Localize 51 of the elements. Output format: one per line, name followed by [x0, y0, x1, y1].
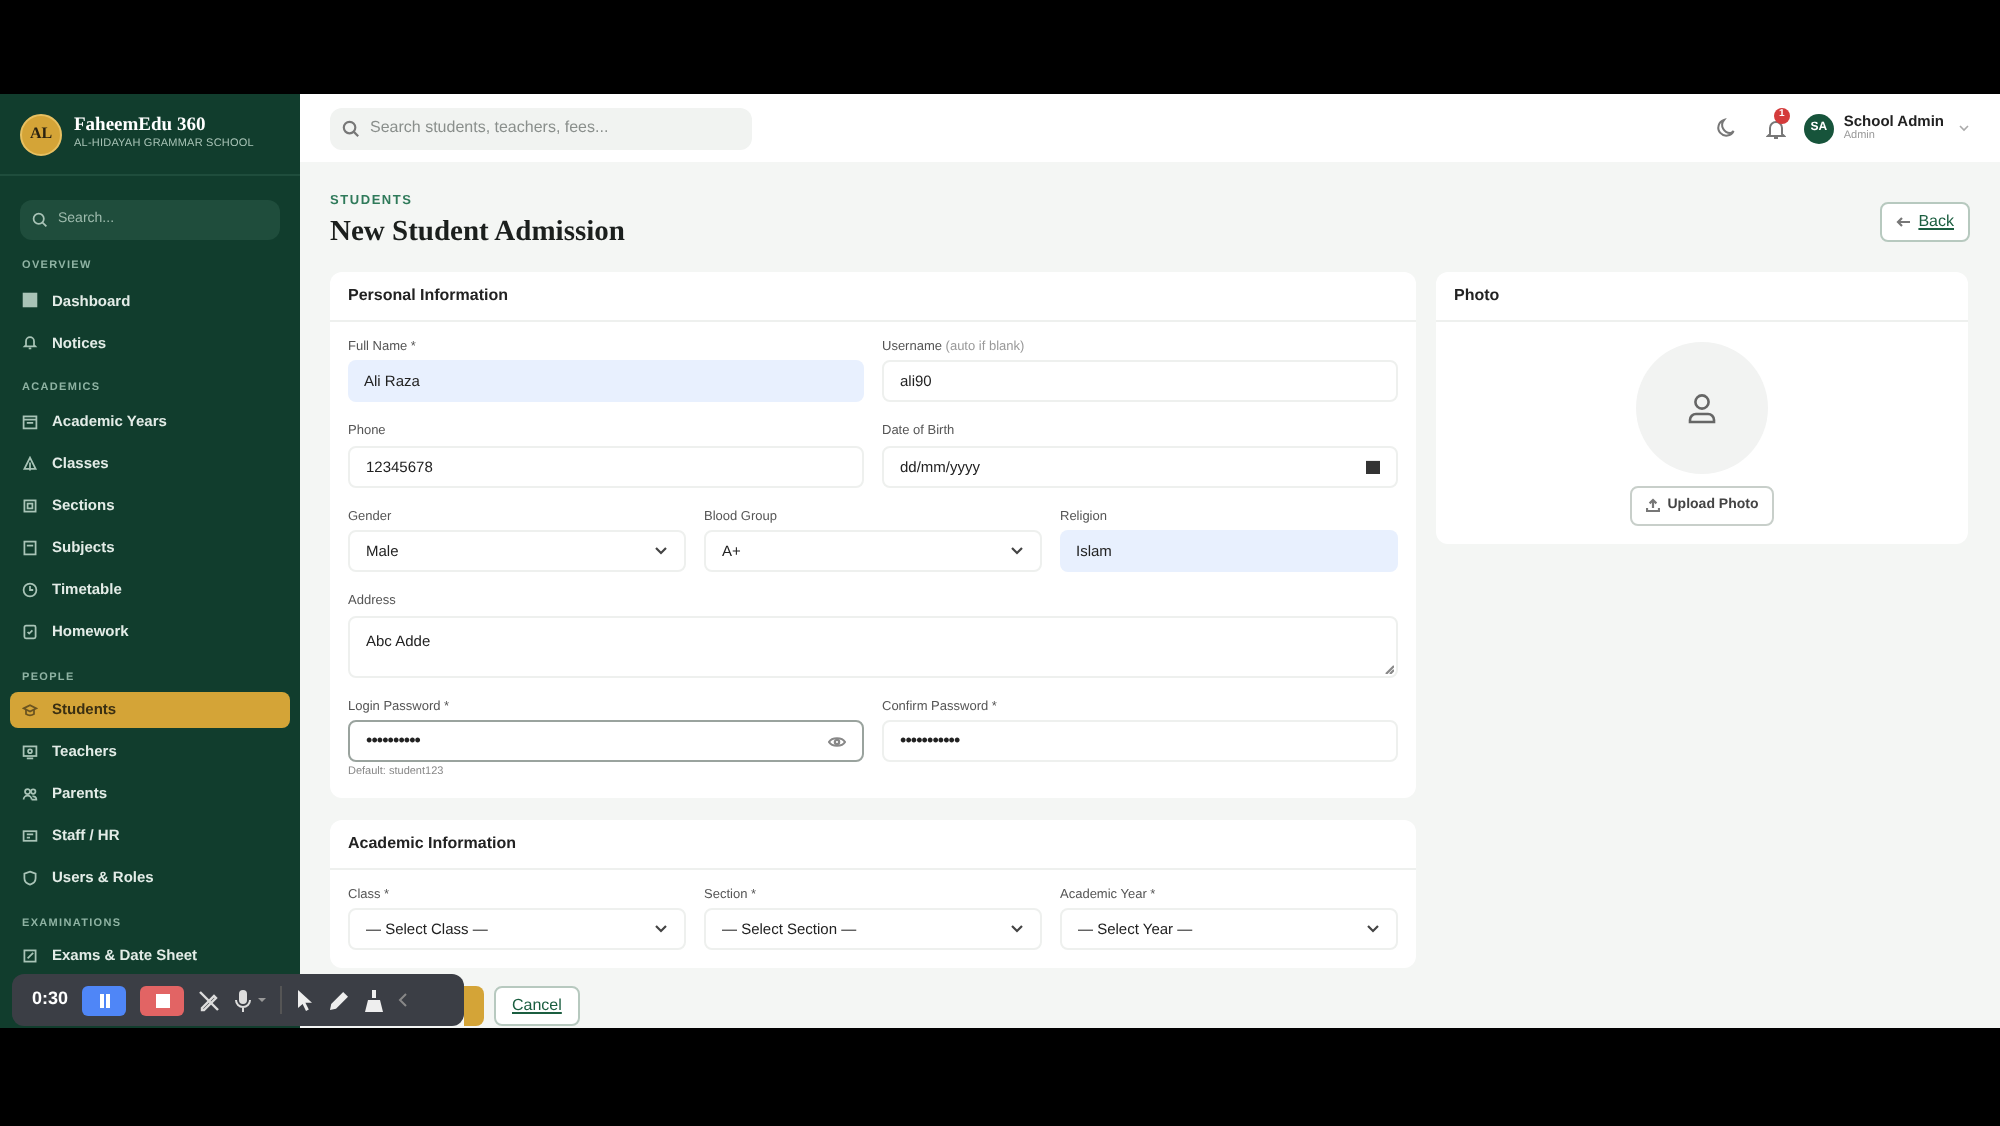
pause-icon: [97, 993, 112, 1007]
nav-icon: [22, 455, 38, 471]
nav-icon: [22, 292, 38, 309]
nav-icon: [22, 539, 38, 555]
resize-grip-icon: [1384, 663, 1394, 674]
chevron-down-icon: [1010, 924, 1024, 935]
nav-icon: [22, 623, 38, 639]
chevron-down-icon: [654, 546, 668, 557]
logo-badge: AL: [20, 113, 62, 155]
back-button[interactable]: Back: [1880, 202, 1970, 242]
cursor-icon[interactable]: [296, 989, 315, 1011]
upload-icon: [1645, 498, 1660, 513]
nav-icon: [22, 948, 38, 964]
nav-icon: [22, 581, 38, 597]
password-field[interactable]: ••••••••••: [348, 720, 864, 763]
chevron-down-icon: [654, 924, 668, 935]
search-icon: [342, 119, 360, 137]
card-title: Personal Information: [348, 283, 509, 308]
nav-icon: [22, 497, 38, 513]
cancel-button[interactable]: Cancel: [494, 986, 580, 1027]
moon-icon[interactable]: [1715, 118, 1736, 138]
search-placeholder: Search students, teachers, fees...: [370, 116, 609, 140]
card-title: Photo: [1454, 283, 1500, 308]
search-icon: [32, 212, 48, 228]
pen-slash-icon[interactable]: [198, 989, 221, 1011]
microphone-icon[interactable]: [234, 989, 253, 1011]
eye-icon[interactable]: [828, 735, 846, 748]
nav-icon: [22, 743, 38, 760]
nav-icon: [22, 413, 38, 429]
pen-icon[interactable]: [328, 989, 351, 1011]
card-title: Academic Information: [348, 831, 517, 856]
bell-icon[interactable]: [1765, 117, 1786, 139]
chevron-down-icon: [1366, 924, 1380, 935]
nav-icon: [22, 785, 38, 802]
caret-icon[interactable]: [258, 996, 267, 1004]
recording-timer: 0:30: [32, 986, 69, 1013]
chevron-left-icon[interactable]: [398, 992, 409, 1008]
stop-button[interactable]: [140, 985, 185, 1015]
nav-icon: [22, 827, 38, 844]
pause-button[interactable]: [82, 985, 127, 1015]
chevron-down-icon: [1010, 546, 1024, 557]
person-icon: [1684, 389, 1720, 426]
nav-icon: [22, 869, 38, 886]
brand-name: FaheemEdu 360: [74, 117, 208, 136]
password-field[interactable]: •••••••••••: [882, 720, 1398, 763]
arrow-left-icon: [1896, 216, 1911, 228]
nav-icon: [22, 334, 38, 351]
stop-icon: [155, 993, 170, 1007]
page-title: New Student Admission: [330, 213, 625, 250]
broom-icon[interactable]: [364, 989, 385, 1011]
nav-icon: [22, 701, 38, 718]
